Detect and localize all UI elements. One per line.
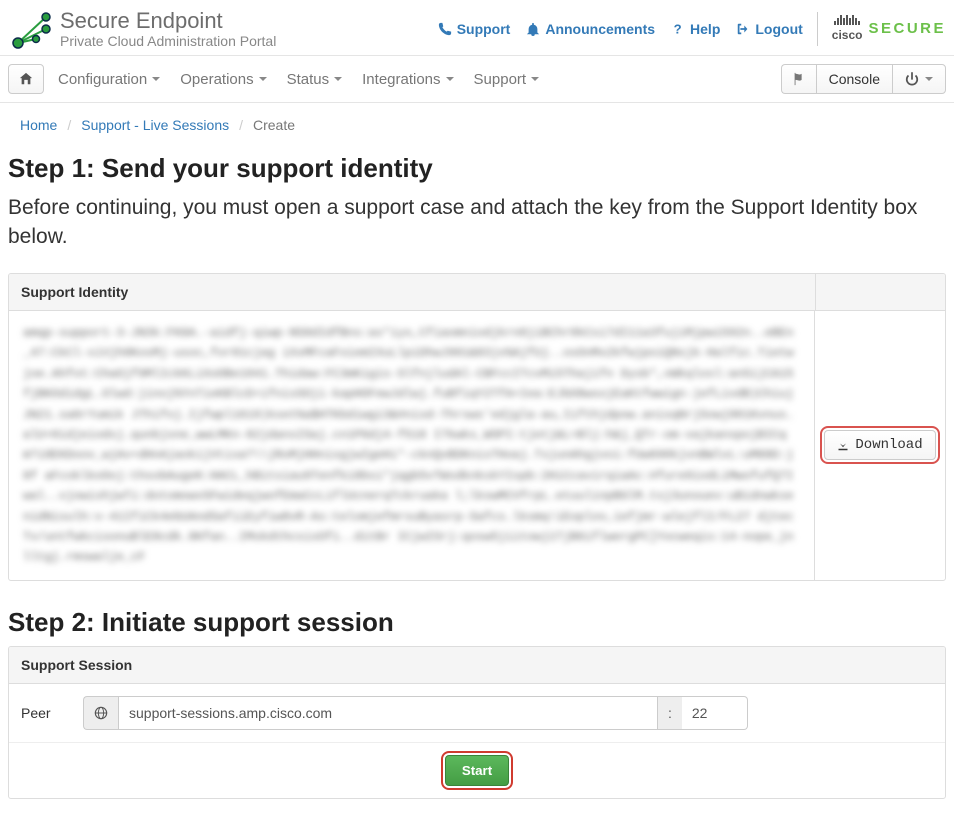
nav-operations[interactable]: Operations [180, 71, 266, 88]
breadcrumb: Home / Support - Live Sessions / Create [0, 103, 954, 133]
console-button[interactable]: Console [816, 64, 892, 94]
bell-icon [526, 22, 540, 36]
nav-right-group: Console [781, 64, 946, 94]
logout-link[interactable]: Logout [736, 21, 802, 37]
globe-icon [94, 706, 108, 720]
home-icon [19, 72, 33, 86]
download-button[interactable]: Download [824, 430, 935, 460]
step2-heading: Step 2: Initiate support session [8, 607, 946, 638]
support-session-title: Support Session [9, 647, 945, 684]
identity-body: amqp-support-3-JN3k:FK8A.-aidfj-qiwp-NS0… [9, 311, 945, 580]
session-body: Peer : Start [9, 684, 945, 798]
cisco-bars-icon [834, 15, 860, 25]
flag-icon [792, 72, 806, 86]
app-header: Secure Endpoint Private Cloud Administra… [0, 0, 954, 55]
cisco-brand: cisco SECURE [832, 15, 946, 42]
chevron-down-icon [925, 77, 933, 81]
cisco-word: cisco [832, 28, 863, 42]
nav-menus: Configuration Operations Status Integrat… [48, 71, 539, 88]
support-session-panel: Support Session Peer : Start [8, 646, 946, 799]
brand-subtitle: Private Cloud Administration Portal [60, 33, 276, 49]
help-link[interactable]: ? Help [671, 21, 720, 37]
support-identity-panel: Support Identity amqp-support-3-JN3k:FK8… [8, 273, 946, 581]
brand-text: Secure Endpoint Private Cloud Administra… [60, 8, 276, 49]
session-footer: Start [9, 743, 945, 798]
header-separator [817, 12, 818, 46]
peer-host-input[interactable] [118, 696, 658, 730]
chevron-down-icon [446, 77, 454, 81]
question-icon: ? [671, 22, 685, 36]
main-navbar: Configuration Operations Status Integrat… [0, 55, 954, 103]
globe-addon [83, 696, 118, 730]
phone-icon [438, 22, 452, 36]
home-button[interactable] [8, 64, 44, 94]
nav-status[interactable]: Status [287, 71, 343, 88]
download-icon [837, 439, 849, 451]
breadcrumb-sep: / [239, 117, 243, 133]
identity-key-blurred: amqp-support-3-JN3k:FK8A.-aidfj-qiwp-NS0… [23, 323, 800, 568]
chevron-down-icon [531, 77, 539, 81]
nav-support[interactable]: Support [474, 71, 540, 88]
product-logo-icon [12, 9, 52, 49]
identity-key-box: amqp-support-3-JN3k:FK8A.-aidfj-qiwp-NS0… [9, 311, 815, 580]
peer-input-group: : [83, 696, 748, 730]
breadcrumb-sep: / [67, 117, 71, 133]
chevron-down-icon [152, 77, 160, 81]
step1-lead: Before continuing, you must open a suppo… [8, 194, 946, 251]
support-identity-header: Support Identity [9, 274, 945, 311]
start-button[interactable]: Start [445, 755, 509, 786]
announcements-link[interactable]: Announcements [526, 21, 655, 37]
breadcrumb-home[interactable]: Home [20, 117, 57, 133]
power-menu-button[interactable] [892, 64, 946, 94]
flag-button[interactable] [781, 64, 816, 94]
breadcrumb-current: Create [253, 117, 295, 133]
identity-download-cell: Download [815, 311, 945, 580]
svg-text:?: ? [674, 22, 682, 36]
support-link[interactable]: Support [438, 21, 511, 37]
brand-logo: Secure Endpoint Private Cloud Administra… [8, 8, 276, 49]
colon-addon: : [658, 696, 682, 730]
chevron-down-icon [259, 77, 267, 81]
page-content: Step 1: Send your support identity Befor… [0, 133, 954, 818]
brand-title: Secure Endpoint [60, 8, 276, 33]
nav-integrations[interactable]: Integrations [362, 71, 453, 88]
sign-out-icon [736, 22, 750, 36]
step1-heading: Step 1: Send your support identity [8, 153, 946, 184]
power-icon [905, 72, 919, 86]
peer-label: Peer [21, 705, 71, 721]
breadcrumb-support-sessions[interactable]: Support - Live Sessions [81, 117, 229, 133]
chevron-down-icon [334, 77, 342, 81]
support-identity-title: Support Identity [9, 274, 815, 310]
nav-configuration[interactable]: Configuration [58, 71, 160, 88]
peer-port-input[interactable] [682, 696, 748, 730]
peer-row: Peer : [9, 684, 945, 743]
cisco-secure: SECURE [868, 20, 946, 37]
header-links: Support Announcements ? Help Logout [438, 21, 803, 37]
